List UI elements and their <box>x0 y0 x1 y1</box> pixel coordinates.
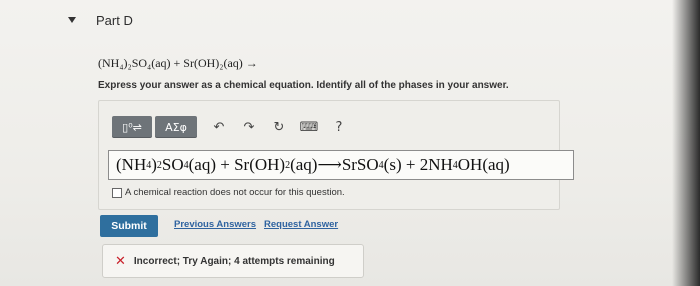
answer-text-3: SO <box>161 155 184 174</box>
collapse-caret-icon[interactable] <box>68 17 76 23</box>
answer-text-5: (aq)⟶SrSO <box>290 155 379 174</box>
request-answer-link[interactable]: Request Answer <box>264 219 338 230</box>
math-toolbar: ▯⁰⇌ ΑΣφ ↶ ↷ ↻ ⌨ ? <box>112 116 350 138</box>
question-instructions: Express your answer as a chemical equati… <box>98 80 509 91</box>
greek-label: ΑΣφ <box>165 120 187 134</box>
template-button[interactable]: ▯⁰⇌ <box>112 116 152 138</box>
no-reaction-option[interactable]: A chemical reaction does not occur for t… <box>112 187 345 198</box>
undo-icon[interactable]: ↶ <box>208 116 230 138</box>
right-edge-shadow <box>672 0 700 286</box>
feedback-box: ✕ Incorrect; Try Again; 4 attempts remai… <box>102 244 364 278</box>
greek-symbols-button[interactable]: ΑΣφ <box>155 116 197 138</box>
part-title: Part D <box>96 12 133 28</box>
no-reaction-checkbox[interactable] <box>112 187 122 198</box>
answer-text-4: (aq) + Sr(OH) <box>188 155 286 174</box>
question-equation: (NH₄)₂SO₄(aq) + Sr(OH)₂(aq) → <box>98 56 258 70</box>
reset-icon[interactable]: ↻ <box>268 116 290 138</box>
help-icon[interactable]: ? <box>328 116 350 138</box>
previous-answers-link[interactable]: Previous Answers <box>174 219 256 230</box>
no-reaction-label: A chemical reaction does not occur for t… <box>125 187 345 198</box>
redo-icon[interactable]: ↷ <box>238 116 260 138</box>
incorrect-x-icon: ✕ <box>115 253 126 269</box>
keyboard-icon[interactable]: ⌨ <box>298 116 320 138</box>
answer-text-7: OH(aq) <box>457 155 510 174</box>
feedback-message: Incorrect; Try Again; 4 attempts remaini… <box>133 255 335 267</box>
part-header[interactable]: Part D <box>68 10 133 30</box>
template-icon: ▯⁰⇌ <box>122 121 142 134</box>
submit-button[interactable]: Submit <box>100 215 158 237</box>
answer-text-1: (NH <box>116 155 147 174</box>
answer-text-6: (s) + 2NH <box>383 155 453 174</box>
answer-input[interactable]: (NH 4) 2 SO 4 (aq) + Sr(OH) 2 (aq)⟶SrSO 4 (s)… <box>108 150 574 180</box>
